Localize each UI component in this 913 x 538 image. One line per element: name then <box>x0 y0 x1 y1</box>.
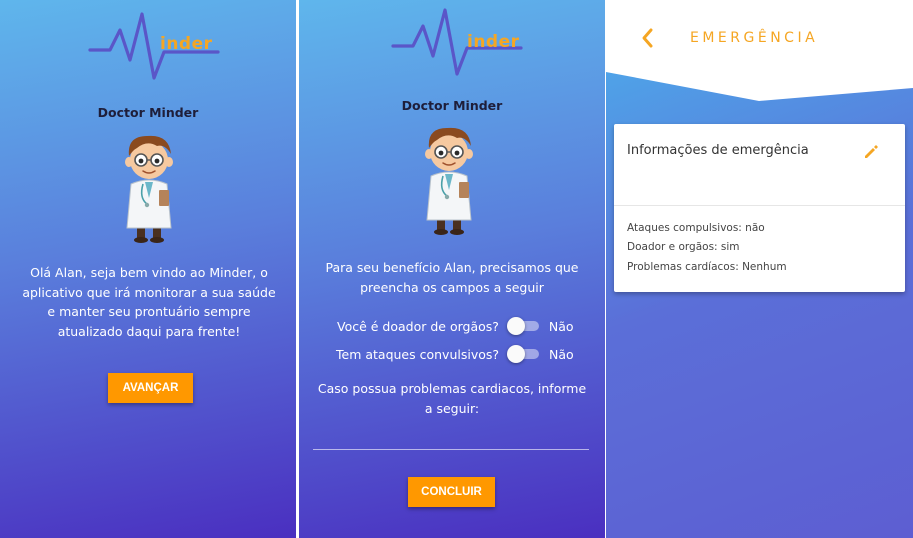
minder-logo: inder <box>88 8 228 80</box>
pencil-icon <box>865 145 878 158</box>
advance-button[interactable]: AVANÇAR <box>108 373 193 403</box>
logo-text: inder <box>160 34 213 54</box>
emergency-screen: EMERGÊNCIA Informações de emergência Ata… <box>606 0 913 538</box>
finish-button[interactable]: CONCLUIR <box>408 477 495 507</box>
heart-info: Problemas cardíacos: Nenhum <box>627 261 787 273</box>
logo-text: inder <box>467 32 520 52</box>
back-button[interactable] <box>636 26 660 50</box>
header-shape <box>606 0 913 101</box>
toggle-knob <box>507 345 526 363</box>
doctor-mascot-icon <box>425 127 473 235</box>
seizure-row: Tem ataques convulsivos? Não <box>336 345 574 363</box>
emergency-header: EMERGÊNCIA <box>606 0 913 102</box>
screen-title: EMERGÊNCIA <box>690 30 819 46</box>
welcome-message: Olá Alan, seja bem vindo ao Minder, o ap… <box>22 265 276 339</box>
seizure-value: Não <box>549 346 574 362</box>
doctor-name: Doctor Minder <box>97 105 199 120</box>
seizures-info: Ataques compulsivos: não <box>627 222 765 234</box>
input-underline <box>313 449 589 450</box>
card-divider <box>614 205 905 206</box>
heart-problems-prompt: Caso possua problemas cardiacos, informe… <box>317 381 587 416</box>
emergency-info-card: Informações de emergência Ataques compul… <box>614 124 905 292</box>
donor-toggle[interactable] <box>506 317 541 335</box>
heart-problems-input[interactable] <box>313 424 589 448</box>
card-title: Informações de emergência <box>627 143 809 158</box>
edit-button[interactable] <box>863 144 879 160</box>
doctor-mascot-icon <box>125 135 173 243</box>
doctor-name: Doctor Minder <box>401 98 503 113</box>
donor-info: Doador e orgãos: sim <box>627 241 740 253</box>
form-intro: Para seu benefício Alan, precisamos que … <box>325 260 579 295</box>
donor-value: Não <box>548 318 574 334</box>
health-form-screen: inder Doctor Minder Para seu benefício A… <box>299 0 605 538</box>
doctor-avatar <box>117 124 181 244</box>
chevron-left-icon <box>642 28 653 48</box>
toggle-knob <box>506 317 525 335</box>
doctor-avatar <box>417 116 481 236</box>
seizure-toggle[interactable] <box>507 345 541 363</box>
seizure-question: Tem ataques convulsivos? <box>336 346 500 362</box>
donor-row: Você é doador de orgãos? Não <box>337 317 574 335</box>
minder-logo: inder <box>391 4 531 76</box>
welcome-screen: inder Doctor Minder Olá Alan, seja bem v… <box>0 0 296 538</box>
donor-question: Você é doador de orgãos? <box>337 318 499 334</box>
